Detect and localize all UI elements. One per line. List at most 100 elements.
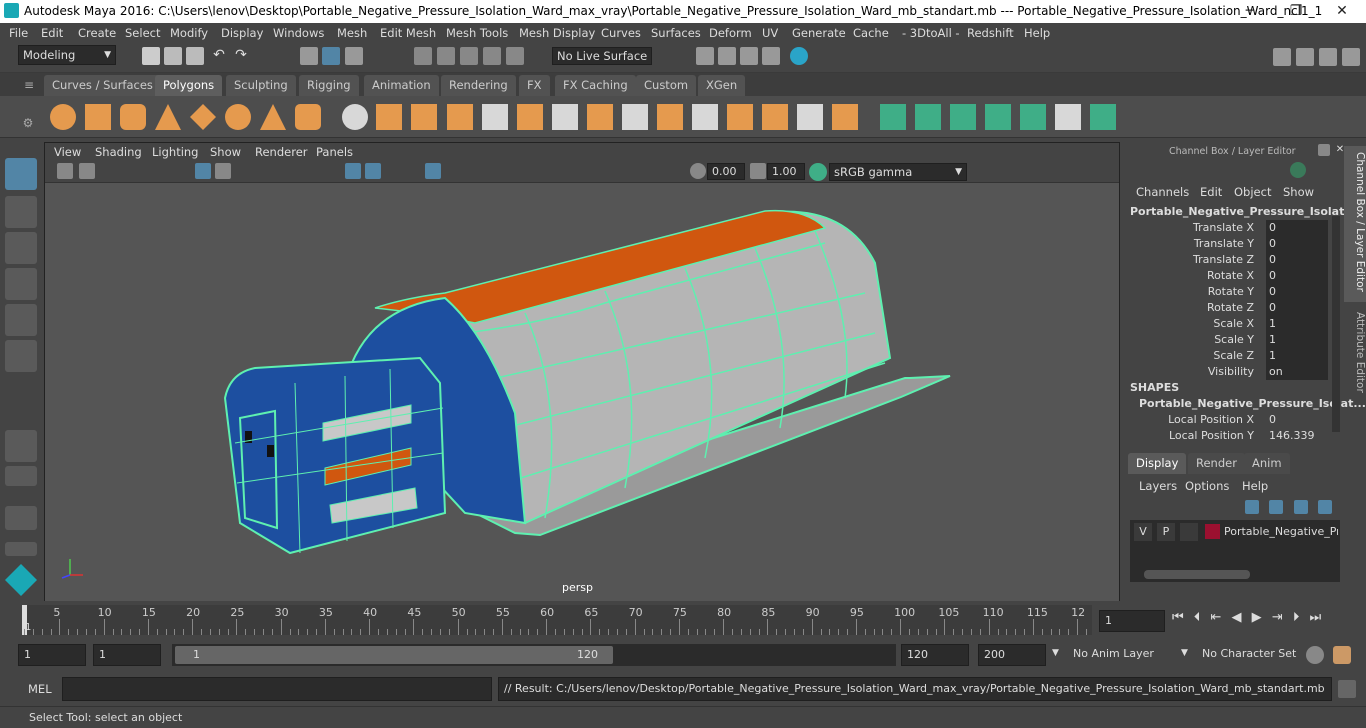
auto-key-icon[interactable] <box>1306 646 1324 664</box>
boolean-icon[interactable] <box>482 104 508 130</box>
snap-curve-icon[interactable] <box>437 47 455 65</box>
play-backward-icon[interactable]: ◀ <box>1232 610 1242 625</box>
maximize-button[interactable]: ❐ <box>1273 0 1319 23</box>
tab-display[interactable]: Display <box>1128 453 1187 474</box>
current-frame-field[interactable]: 1 <box>1099 610 1165 632</box>
textured-icon[interactable] <box>425 163 441 179</box>
tab-curves-surfaces[interactable]: Curves / Surfaces <box>44 75 161 96</box>
four-view-layout-icon[interactable] <box>5 466 37 486</box>
new-scene-icon[interactable] <box>142 47 160 65</box>
planar-uv-icon[interactable] <box>880 104 906 130</box>
vp-menu-panels[interactable]: Panels <box>316 145 353 159</box>
script-language-label[interactable]: MEL <box>28 682 52 696</box>
side-tab-attribute-editor[interactable]: Attribute Editor <box>1344 308 1366 398</box>
open-scene-icon[interactable] <box>164 47 182 65</box>
poly-sphere-icon[interactable] <box>50 104 76 130</box>
attr-rotate-z[interactable]: Rotate Z0 <box>1122 300 1366 316</box>
cb-menu-show[interactable]: Show <box>1283 185 1314 199</box>
exposure-icon[interactable] <box>690 163 706 179</box>
select-hierarchy-icon[interactable] <box>300 47 318 65</box>
attr-rotate-y[interactable]: Rotate Y0 <box>1122 284 1366 300</box>
snap-point-icon[interactable] <box>460 47 478 65</box>
cylindrical-uv-icon[interactable] <box>915 104 941 130</box>
step-back-icon[interactable]: ⏴ <box>1194 610 1201 625</box>
time-slider[interactable]: 1 5 10 15 20 25 30 35 40 45 50 55 60 65 70 75 80 85 90 95 1… <box>0 602 1366 638</box>
new-layer-selected-icon[interactable] <box>1318 500 1332 514</box>
append-polygon-icon[interactable] <box>762 104 788 130</box>
layer-color-swatch[interactable] <box>1205 524 1220 539</box>
tab-rendering[interactable]: Rendering <box>441 75 516 96</box>
playback-end-field[interactable]: 120 <box>901 644 969 666</box>
close-button[interactable]: ✕ <box>1319 0 1365 23</box>
menu-mesh-display[interactable]: Mesh Display <box>519 26 595 40</box>
ipr-render-icon[interactable] <box>740 47 758 65</box>
mirror-icon[interactable] <box>517 104 543 130</box>
range-slider-handle[interactable]: 1 120 <box>175 646 613 664</box>
poly-torus-icon[interactable] <box>225 104 251 130</box>
poly-cone-icon[interactable] <box>155 104 181 130</box>
multi-cut-icon[interactable] <box>552 104 578 130</box>
menu-display[interactable]: Display <box>221 26 263 40</box>
float-panel-icon[interactable] <box>1318 144 1330 156</box>
menu-mesh[interactable]: Mesh <box>337 26 367 40</box>
object-name[interactable]: Portable_Negative_Pressure_Isolati... <box>1130 205 1361 218</box>
layer-visibility-toggle[interactable]: V <box>1134 523 1152 541</box>
step-back-key-icon[interactable]: ⇤ <box>1210 610 1221 625</box>
poly-pipe-icon[interactable] <box>295 104 321 130</box>
time-ruler[interactable]: 1 5 10 15 20 25 30 35 40 45 50 55 60 65 70 75 80 85 90 95 1… <box>22 605 1092 635</box>
extrude-icon[interactable] <box>587 104 613 130</box>
layout-attr-icon[interactable] <box>1319 48 1337 66</box>
attr-translate-x[interactable]: Translate X0 <box>1122 220 1366 236</box>
menu-select[interactable]: Select <box>125 26 160 40</box>
animation-prefs-icon[interactable] <box>1333 646 1351 664</box>
cb-menu-edit[interactable]: Edit <box>1200 185 1222 199</box>
attr-scale-x[interactable]: Scale X1 <box>1122 316 1366 332</box>
separate-icon[interactable] <box>376 104 402 130</box>
render-view-icon[interactable] <box>696 47 714 65</box>
shelf-settings-gear-icon[interactable]: ⚙ <box>19 116 37 134</box>
poly-plane-icon[interactable] <box>190 104 216 130</box>
vp-menu-lighting[interactable]: Lighting <box>152 145 198 159</box>
step-forward-key-icon[interactable]: ⇥ <box>1272 610 1283 625</box>
outliner-layout-icon[interactable] <box>5 506 37 530</box>
gamma-field[interactable]: 1.00 <box>767 163 805 180</box>
snap-view-icon[interactable] <box>483 47 501 65</box>
menu-modify[interactable]: Modify <box>170 26 208 40</box>
live-surface-field[interactable]: No Live Surface <box>552 47 652 65</box>
vp-menu-view[interactable]: View <box>54 145 81 159</box>
menu-help[interactable]: Help <box>1024 26 1050 40</box>
smooth-icon[interactable] <box>447 104 473 130</box>
tab-anim[interactable]: Anim <box>1244 453 1290 474</box>
attr-translate-z[interactable]: Translate Z0 <box>1122 252 1366 268</box>
cb-menu-channels[interactable]: Channels <box>1136 185 1189 199</box>
move-tool-icon[interactable] <box>5 268 37 300</box>
combine-icon[interactable] <box>342 104 368 130</box>
3d-scene-view[interactable]: persp <box>45 183 1119 601</box>
automatic-uv-icon[interactable] <box>985 104 1011 130</box>
go-to-end-icon[interactable]: ⏭ <box>1310 610 1322 625</box>
menu-cache[interactable]: Cache <box>853 26 889 40</box>
smooth-shade-icon[interactable] <box>365 163 381 179</box>
minimize-button[interactable]: ─ <box>1227 0 1273 23</box>
layer-menu-layers[interactable]: Layers <box>1139 479 1177 493</box>
layer-playback-toggle[interactable]: P <box>1157 523 1175 541</box>
menu-file[interactable]: File <box>9 26 28 40</box>
select-object-icon[interactable] <box>322 47 340 65</box>
camera-attr-icon[interactable] <box>79 163 95 179</box>
attr-visibility[interactable]: Visibility on <box>1122 364 1366 380</box>
script-editor-icon[interactable] <box>1338 680 1356 698</box>
scale-tool-icon[interactable] <box>5 340 37 372</box>
tab-polygons[interactable]: Polygons <box>155 75 223 96</box>
menu-create[interactable]: Create <box>78 26 116 40</box>
range-slider[interactable]: 1 120 <box>172 644 896 666</box>
attr-scale-y[interactable]: Scale Y1 <box>1122 332 1366 348</box>
hypershade-icon[interactable] <box>790 47 808 65</box>
layer-move-down-icon[interactable] <box>1269 500 1283 514</box>
attr-local-position-x[interactable]: Local Position X0 <box>1122 412 1366 428</box>
fill-hole-icon[interactable] <box>832 104 858 130</box>
menu-edit[interactable]: Edit <box>41 26 63 40</box>
poly-cylinder-icon[interactable] <box>120 104 146 130</box>
layer-menu-options[interactable]: Options <box>1185 479 1229 493</box>
play-forward-icon[interactable]: ▶ <box>1252 610 1262 625</box>
gamma-icon[interactable] <box>750 163 766 179</box>
